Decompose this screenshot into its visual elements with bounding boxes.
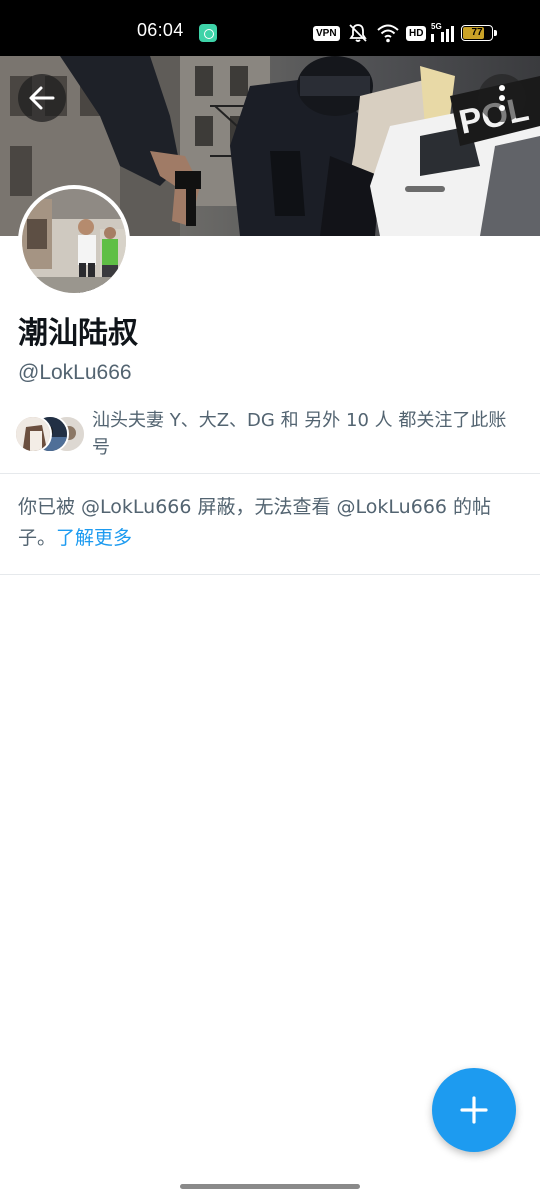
compose-button[interactable] xyxy=(432,1068,516,1152)
avatar-image xyxy=(22,189,126,293)
plus-icon xyxy=(460,1096,488,1124)
blocked-notice: 你已被 @LokLu666 屏蔽，无法查看 @LokLu666 的帖子。了解更多 xyxy=(18,492,523,554)
status-time: 06:04 xyxy=(137,20,184,40)
battery-cap xyxy=(494,30,497,36)
vpn-badge: VPN xyxy=(313,26,340,41)
profile-avatar[interactable] xyxy=(18,185,130,297)
status-bar: 06:04 VPN HD 5G 77 xyxy=(0,0,540,56)
learn-more-link[interactable]: 了解更多 xyxy=(56,527,132,549)
signal-icon xyxy=(431,26,454,42)
arrow-left-icon xyxy=(29,86,55,110)
divider xyxy=(0,574,540,575)
more-vertical-icon xyxy=(499,85,505,111)
profile-display-name: 潮汕陆叔 xyxy=(18,316,138,351)
follower-avatars xyxy=(14,415,86,453)
divider xyxy=(0,473,540,474)
followers-you-know-text: 汕头夫妻 Y、大Z、DG 和 另外 10 人 都关注了此账号 xyxy=(92,410,507,458)
profile-handle: @LokLu666 xyxy=(18,361,132,384)
battery-icon: 77 xyxy=(461,25,493,41)
more-options-button[interactable] xyxy=(478,74,526,122)
home-indicator[interactable] xyxy=(180,1184,360,1189)
back-button[interactable] xyxy=(18,74,66,122)
hd-badge: HD xyxy=(406,26,427,41)
battery-level: 77 xyxy=(471,27,483,38)
follower-avatar xyxy=(14,415,52,453)
wifi-icon xyxy=(377,24,399,43)
app-notification-icon xyxy=(199,24,217,42)
mute-icon xyxy=(349,24,367,42)
